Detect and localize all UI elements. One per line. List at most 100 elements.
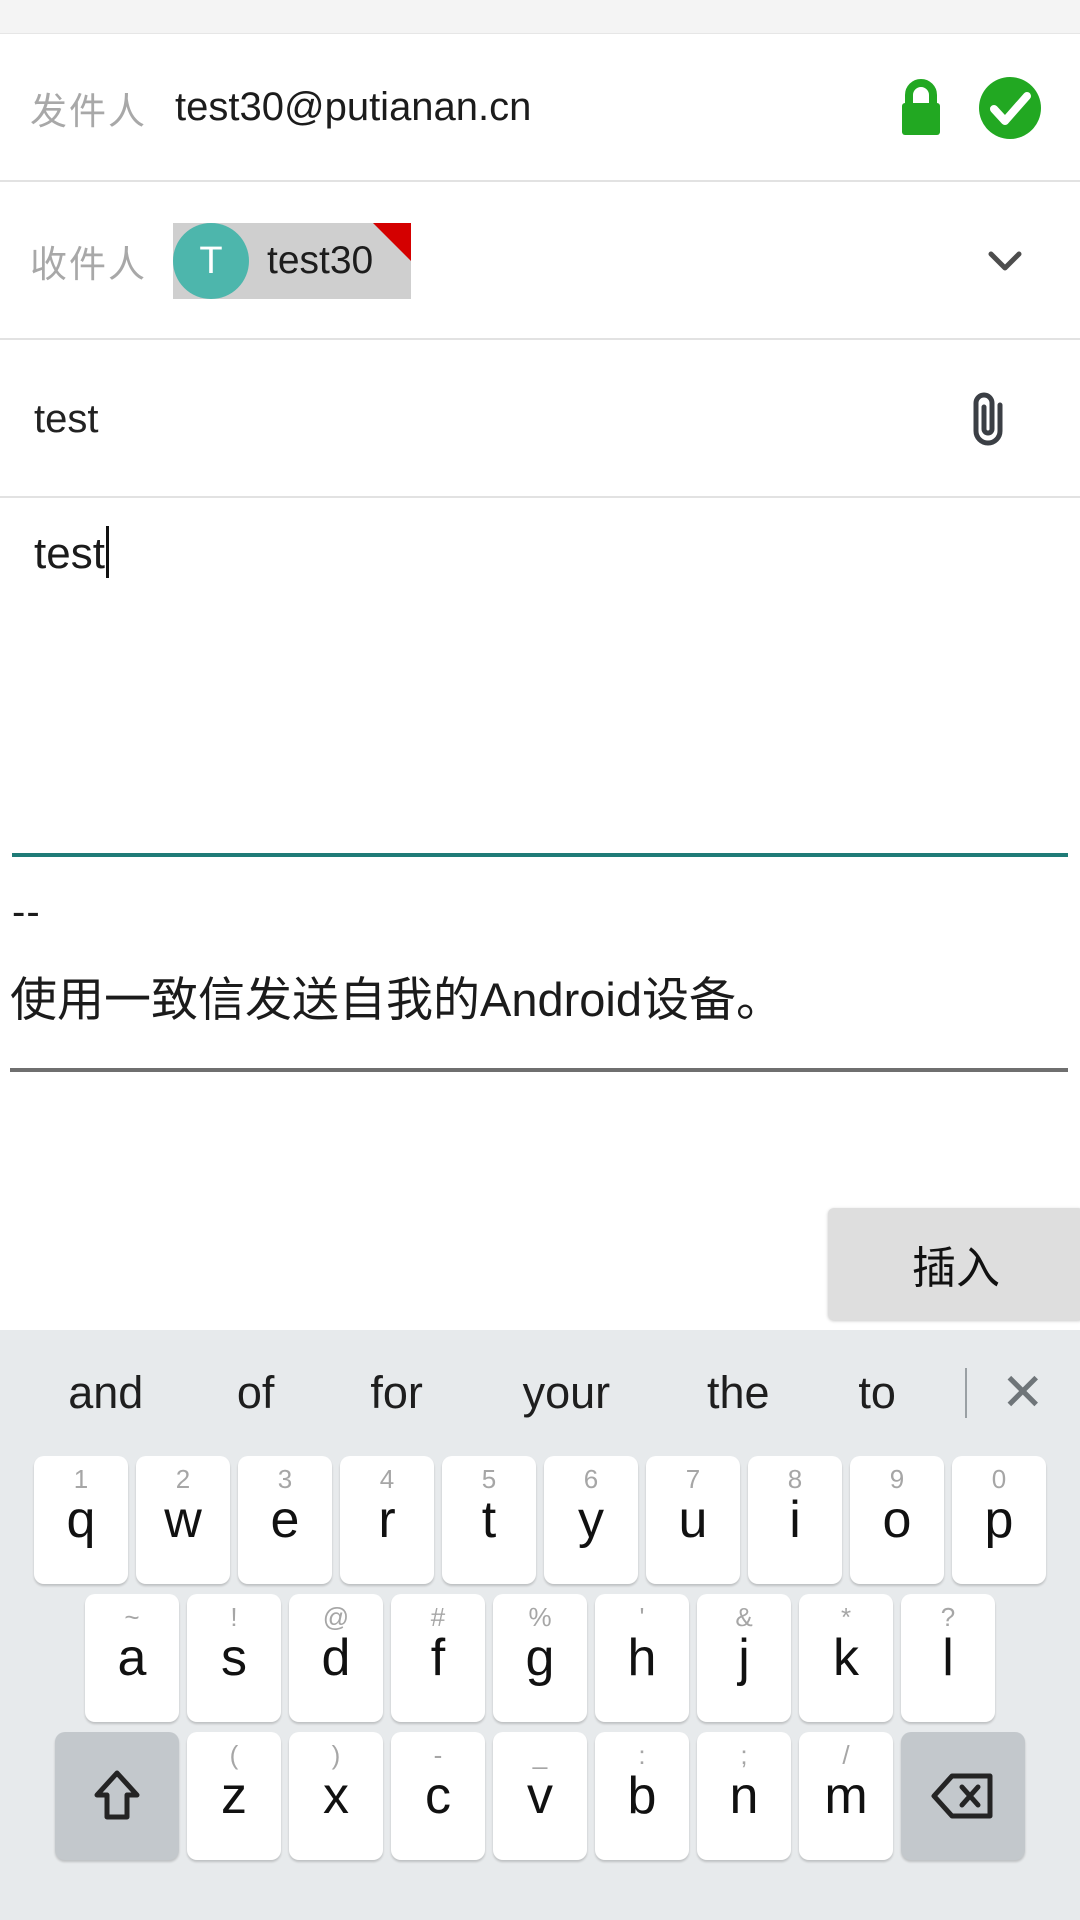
key-label: b <box>627 1767 657 1825</box>
key-label: w <box>164 1491 202 1549</box>
key-label: s <box>221 1629 247 1687</box>
verified-check-icon[interactable] <box>976 74 1044 142</box>
close-suggestions-icon[interactable]: ✕ <box>987 1363 1058 1423</box>
key-hint: ! <box>230 1602 238 1632</box>
key-j[interactable]: & j <box>697 1594 791 1722</box>
key-a[interactable]: ~ a <box>85 1594 179 1722</box>
key-hint: 9 <box>889 1464 905 1494</box>
key-hint: 7 <box>685 1464 701 1494</box>
key-label: f <box>430 1629 446 1687</box>
key-x[interactable]: ) x <box>289 1732 383 1860</box>
key-g[interactable]: % g <box>493 1594 587 1722</box>
key-label: i <box>789 1491 801 1549</box>
soft-keyboard: and of for your the to ✕ 1q2w3e4r5t6y7u8i9o0p … <box>0 1330 1080 1920</box>
paperclip-icon[interactable] <box>966 389 1018 449</box>
backspace-key[interactable] <box>901 1732 1025 1860</box>
suggestion-the[interactable]: the <box>661 1367 815 1419</box>
key-label: v <box>527 1767 553 1825</box>
key-label: x <box>323 1767 349 1825</box>
from-value[interactable]: test30@putianan.cn <box>175 85 890 130</box>
shift-key[interactable] <box>55 1732 179 1860</box>
key-w[interactable]: 2w <box>136 1456 230 1584</box>
key-e[interactable]: 3e <box>238 1456 332 1584</box>
key-u[interactable]: 7u <box>646 1456 740 1584</box>
key-i[interactable]: 8i <box>748 1456 842 1584</box>
suggestion-your[interactable]: your <box>472 1367 662 1419</box>
key-hint: ~ <box>124 1602 140 1632</box>
key-hint: 4 <box>379 1464 395 1494</box>
key-o[interactable]: 9o <box>850 1456 944 1584</box>
shift-arrow-icon <box>89 1765 145 1827</box>
key-l[interactable]: ? l <box>901 1594 995 1722</box>
key-hint: 1 <box>73 1464 89 1494</box>
key-hint: # <box>430 1602 446 1632</box>
from-row[interactable]: 发件人 test30@putianan.cn <box>0 35 1080 182</box>
key-hint: % <box>528 1602 552 1632</box>
key-hint: 8 <box>787 1464 803 1494</box>
suggestion-and[interactable]: and <box>22 1367 190 1419</box>
key-label: m <box>824 1767 868 1825</box>
key-n[interactable]: ; n <box>697 1732 791 1860</box>
key-m[interactable]: / m <box>799 1732 893 1860</box>
key-hint: 0 <box>991 1464 1007 1494</box>
insert-button[interactable]: 插入 <box>828 1208 1080 1320</box>
key-b[interactable]: :b <box>595 1732 689 1860</box>
key-label: p <box>984 1491 1014 1549</box>
status-bar <box>0 0 1080 34</box>
key-hint: ? <box>940 1602 956 1632</box>
key-label: o <box>882 1491 912 1549</box>
key-hint: & <box>735 1602 753 1632</box>
suggestion-separator <box>964 1368 968 1418</box>
key-hint: * <box>840 1602 852 1632</box>
key-k[interactable]: * k <box>799 1594 893 1722</box>
key-hint: 5 <box>481 1464 497 1494</box>
key-y[interactable]: 6y <box>544 1456 638 1584</box>
key-label: l <box>942 1629 954 1687</box>
key-t[interactable]: 5t <box>442 1456 536 1584</box>
key-label: j <box>738 1629 750 1687</box>
key-label: u <box>678 1491 708 1549</box>
key-z[interactable]: (z <box>187 1732 281 1860</box>
suggestion-to[interactable]: to <box>815 1367 938 1419</box>
signature-block[interactable]: -- 使用一致信发送自我的Android设备。 <box>0 890 1080 1030</box>
key-label: a <box>117 1629 147 1687</box>
key-s[interactable]: ! s <box>187 1594 281 1722</box>
body-editor[interactable]: test <box>0 500 1080 858</box>
suggestion-bar: and of for your the to ✕ <box>0 1330 1080 1456</box>
key-label: d <box>321 1629 351 1687</box>
key-r[interactable]: 4r <box>340 1456 434 1584</box>
chevron-down-icon[interactable] <box>978 234 1032 288</box>
compose-screen: 发件人 test30@putianan.cn 收件人 T test30 test… <box>0 0 1080 1920</box>
key-label: y <box>578 1491 604 1549</box>
key-q[interactable]: 1q <box>34 1456 128 1584</box>
key-v[interactable]: _ v <box>493 1732 587 1860</box>
key-hint: / <box>842 1740 850 1770</box>
key-hint: 3 <box>277 1464 293 1494</box>
key-hint: ; <box>740 1740 748 1770</box>
key-label: g <box>525 1629 555 1687</box>
body-text: test <box>34 529 105 578</box>
key-label: t <box>481 1491 497 1549</box>
recipient-chip[interactable]: T test30 <box>173 223 411 299</box>
body-divider <box>12 853 1068 857</box>
keyboard-row-3: (z) x - c _ v: b; n / m <box>0 1732 1080 1860</box>
subject-row[interactable]: test <box>0 342 1080 498</box>
avatar: T <box>173 223 249 299</box>
suggestion-for[interactable]: for <box>322 1367 472 1419</box>
text-caret <box>105 526 109 578</box>
key-p[interactable]: 0p <box>952 1456 1046 1584</box>
key-hint: ) <box>331 1740 341 1770</box>
key-h[interactable]: ' h <box>595 1594 689 1722</box>
key-c[interactable]: -c <box>391 1732 485 1860</box>
key-hint: @ <box>322 1602 350 1632</box>
signature-text: 使用一致信发送自我的Android设备。 <box>10 973 783 1026</box>
to-row[interactable]: 收件人 T test30 <box>0 184 1080 340</box>
lock-icon[interactable] <box>890 77 952 139</box>
from-label: 发件人 <box>30 90 147 132</box>
subject-input[interactable]: test <box>34 397 966 442</box>
key-label: r <box>378 1491 396 1549</box>
key-f[interactable]: # f <box>391 1594 485 1722</box>
suggestion-of[interactable]: of <box>190 1367 322 1419</box>
key-d[interactable]: @ d <box>289 1594 383 1722</box>
key-hint: _ <box>532 1740 548 1770</box>
